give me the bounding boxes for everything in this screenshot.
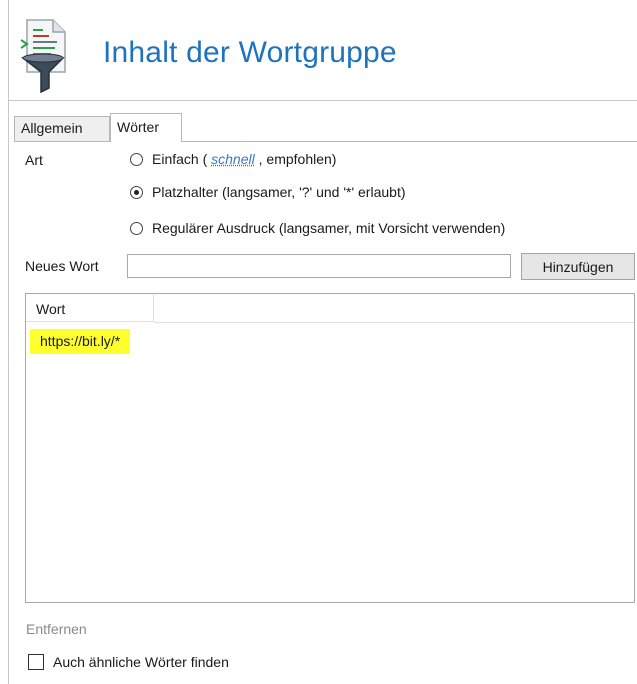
- radio-option-platzhalter[interactable]: Platzhalter (langsamer, '?' und '*' erla…: [130, 182, 406, 202]
- similar-words-label: Auch ähnliche Wörter finden: [53, 654, 229, 670]
- tab-allgemein[interactable]: Allgemein: [14, 116, 110, 141]
- similar-words-option[interactable]: Auch ähnliche Wörter finden: [28, 652, 229, 672]
- list-item[interactable]: https://bit.ly/*: [30, 329, 131, 354]
- art-label: Art: [25, 152, 43, 168]
- new-word-label: Neues Wort: [25, 258, 99, 274]
- radio-option-label: Regulärer Ausdruck (langsamer, mit Vorsi…: [152, 220, 506, 236]
- radio-button-selected[interactable]: [130, 185, 143, 199]
- word-list[interactable]: Wort https://bit.ly/*: [25, 293, 635, 603]
- radio-option-einfach[interactable]: Einfach ( schnell , empfohlen): [130, 149, 336, 169]
- similar-words-checkbox[interactable]: [28, 654, 44, 670]
- tab-panel-border: [14, 141, 637, 142]
- header: Inhalt der Wortgruppe: [9, 0, 637, 100]
- radio-button[interactable]: [130, 152, 143, 166]
- tab-woerter[interactable]: Wörter: [110, 113, 182, 142]
- header-divider: [8, 100, 637, 101]
- window-left-border: [8, 0, 9, 684]
- schnell-link[interactable]: schnell: [211, 151, 255, 167]
- radio-button[interactable]: [130, 221, 143, 235]
- word-filter-document-icon: [20, 19, 66, 94]
- page-title: Inhalt der Wortgruppe: [103, 36, 397, 69]
- column-header-filler: [154, 294, 634, 323]
- add-button[interactable]: Hinzufügen: [521, 253, 635, 280]
- remove-button[interactable]: Entfernen: [26, 621, 87, 637]
- column-header-wort[interactable]: Wort: [26, 294, 154, 322]
- radio-option-regex[interactable]: Regulärer Ausdruck (langsamer, mit Vorsi…: [130, 218, 505, 238]
- radio-option-label: Einfach ( schnell , empfohlen): [152, 151, 337, 167]
- radio-option-label: Platzhalter (langsamer, '?' und '*' erla…: [152, 184, 406, 200]
- new-word-input[interactable]: [127, 254, 511, 278]
